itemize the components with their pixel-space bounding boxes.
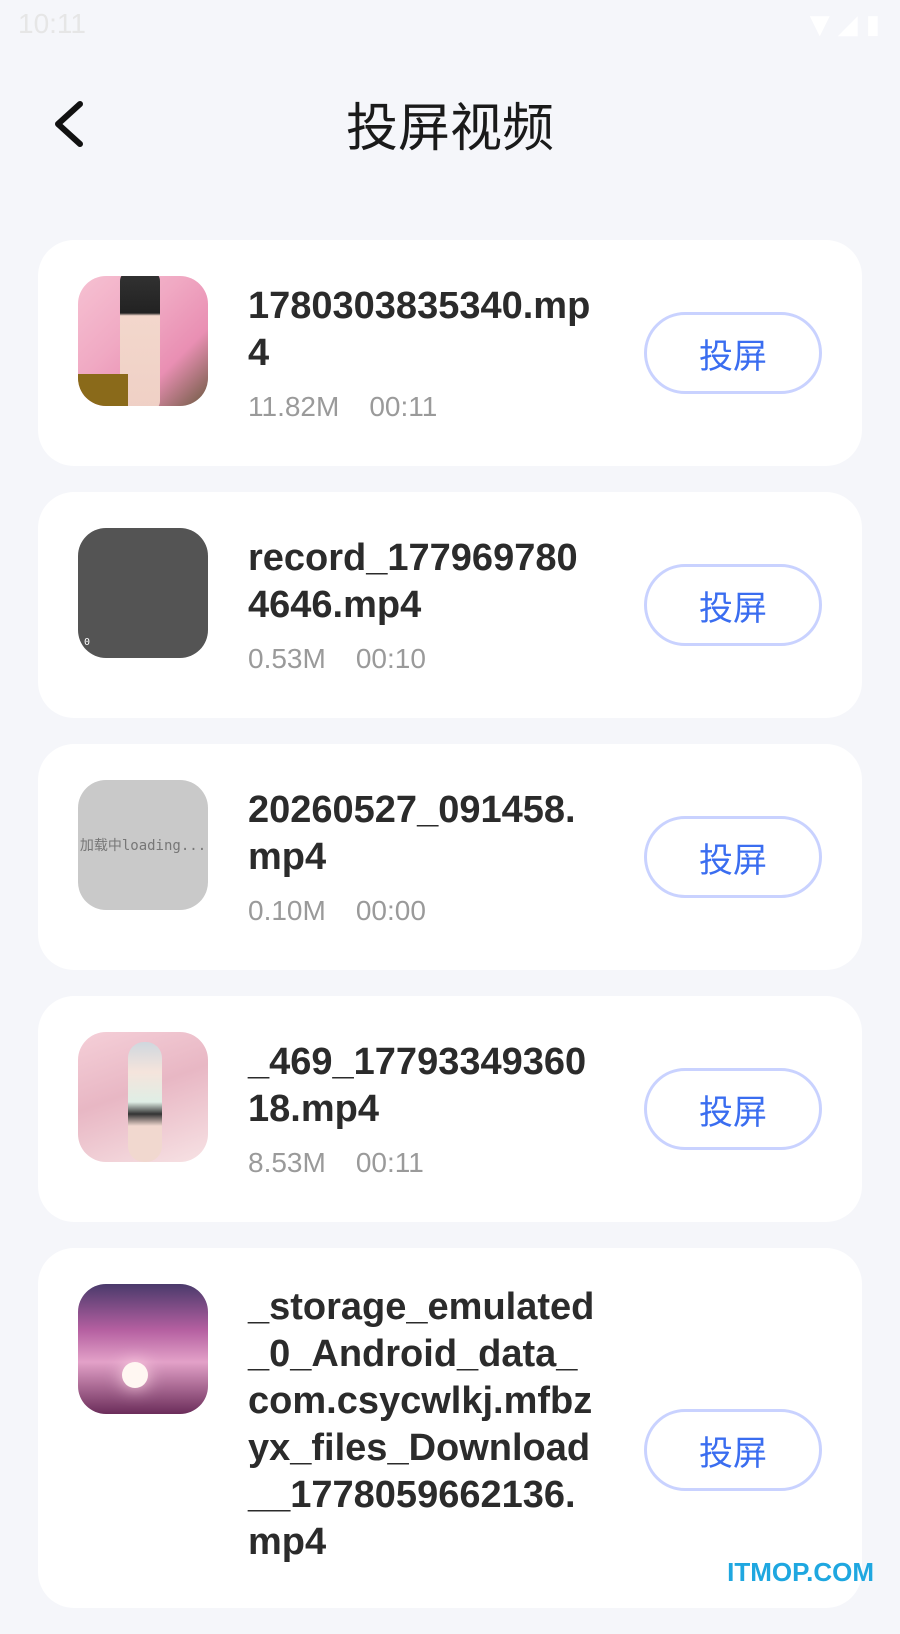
video-size: 0.10M	[248, 895, 326, 926]
video-list: 1780303835340.mp4 11.82M 00:11 投屏 0 recor…	[38, 240, 862, 1634]
video-filename: _469_1779334936018.mp4	[248, 1041, 587, 1130]
video-meta: 8.53M 00:11	[248, 1147, 598, 1179]
status-bar: 10:11 ▼ ◢ ▮	[0, 0, 900, 50]
video-thumbnail	[78, 1284, 208, 1414]
video-item[interactable]: _469_1779334936018.mp4 8.53M 00:11 投屏	[38, 996, 862, 1222]
video-info: _storage_emulated_0_Android_data_com.csy…	[248, 1284, 598, 1566]
video-size: 0.53M	[248, 643, 326, 674]
thumbnail-figure	[128, 1042, 162, 1162]
video-thumbnail	[78, 276, 208, 406]
video-info: _469_1779334936018.mp4 8.53M 00:11	[248, 1039, 598, 1179]
status-icons: ▼ ◢ ▮	[810, 10, 880, 40]
header: 投屏视频	[0, 60, 900, 190]
battery-icon: ▮	[865, 10, 880, 40]
thumbnail-decor	[78, 374, 128, 406]
page-title: 投屏视频	[345, 99, 554, 159]
video-meta: 0.53M 00:10	[248, 643, 598, 675]
video-item[interactable]: 1780303835340.mp4 11.82M 00:11 投屏	[38, 240, 862, 466]
cast-button[interactable]: 投屏	[644, 1409, 822, 1491]
video-info: 20260527_091458.mp4 0.10M 00:00	[248, 787, 598, 927]
thumbnail-text: 0	[84, 637, 91, 648]
cast-button[interactable]: 投屏	[644, 564, 822, 646]
status-time: 10:11	[18, 8, 86, 39]
cast-button[interactable]: 投屏	[644, 816, 822, 898]
video-duration: 00:10	[355, 643, 426, 674]
watermark: ITMOP.COM	[727, 1557, 874, 1587]
video-item[interactable]: 0 record_1779697804646.mp4 0.53M 00:10 投屏	[38, 492, 862, 718]
video-thumbnail: 0	[78, 528, 208, 658]
video-filename: 1780303835340.mp4	[248, 285, 591, 374]
video-item[interactable]: _storage_emulated_0_Android_data_com.csy…	[38, 1248, 862, 1608]
video-filename: _storage_emulated_0_Android_data_com.csy…	[248, 1286, 595, 1563]
video-thumbnail	[78, 1032, 208, 1162]
video-meta: 11.82M 00:11	[248, 391, 598, 423]
video-duration: 00:11	[355, 1147, 424, 1178]
video-meta: 0.10M 00:00	[248, 895, 598, 927]
video-size: 8.53M	[248, 1147, 326, 1178]
video-duration: 00:00	[355, 895, 426, 926]
video-size: 11.82M	[248, 391, 340, 422]
wifi-icon: ▼	[809, 10, 830, 40]
video-duration: 00:11	[369, 391, 438, 422]
video-filename: 20260527_091458.mp4	[248, 789, 576, 878]
video-info: record_1779697804646.mp4 0.53M 00:10	[248, 535, 598, 675]
cast-button[interactable]: 投屏	[644, 312, 822, 394]
video-filename: record_1779697804646.mp4	[248, 537, 578, 626]
video-thumbnail: 加载中loading...	[78, 780, 208, 910]
cast-button[interactable]: 投屏	[644, 1068, 822, 1150]
thumbnail-sun	[122, 1362, 148, 1388]
signal-icon: ◢	[837, 10, 858, 40]
video-item[interactable]: 加载中loading... 20260527_091458.mp4 0.10M 0…	[38, 744, 862, 970]
video-info: 1780303835340.mp4 11.82M 00:11	[248, 283, 598, 423]
thumbnail-loading-text: 加载中loading...	[79, 838, 207, 854]
